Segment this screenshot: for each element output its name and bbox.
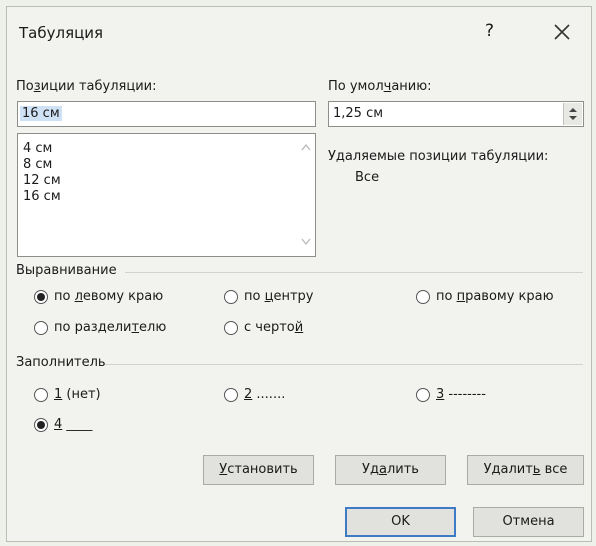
tab-position-label: Позиции табуляции: xyxy=(16,79,157,94)
tab-position-value: 16 см xyxy=(20,106,62,121)
help-button[interactable]: ? xyxy=(485,21,494,41)
default-tabs-label: По умолчанию: xyxy=(328,79,432,94)
leader-3-radio[interactable]: 3 -------- xyxy=(416,387,486,402)
scroll-down-icon[interactable] xyxy=(301,238,311,245)
removed-tabs-value: Все xyxy=(355,170,380,185)
cancel-button[interactable]: Отмена xyxy=(473,507,584,537)
list-item[interactable]: 12 см xyxy=(23,173,61,188)
list-item[interactable]: 4 см xyxy=(23,141,52,156)
list-scrollbar[interactable] xyxy=(297,134,315,256)
list-item[interactable]: 8 см xyxy=(23,157,52,172)
leader-2-radio[interactable]: 2 ....... xyxy=(224,387,285,402)
removed-tabs-label: Удаляемые позиции табуляции: xyxy=(328,149,549,164)
spin-buttons[interactable] xyxy=(563,103,582,125)
alignment-group-title: Выравнивание xyxy=(16,263,117,278)
alignment-divider xyxy=(125,272,583,273)
default-tabs-value: 1,25 см xyxy=(333,106,384,121)
radio-circle[interactable] xyxy=(224,289,238,304)
radio-circle[interactable] xyxy=(34,417,48,432)
align-right-radio[interactable]: по правому краю xyxy=(416,289,554,304)
align-left-radio[interactable]: по левому краю xyxy=(34,289,163,304)
close-button[interactable] xyxy=(549,19,575,45)
align-bar-radio[interactable]: с чертой xyxy=(224,320,303,335)
scroll-up-icon[interactable] xyxy=(301,144,311,151)
clear-button[interactable]: Удалить xyxy=(335,455,446,485)
radio-circle[interactable] xyxy=(34,289,48,304)
close-icon xyxy=(554,24,570,40)
radio-circle[interactable] xyxy=(224,387,238,402)
dialog-title: Табуляция xyxy=(19,24,104,42)
leader-group-title: Заполнитель xyxy=(16,355,106,370)
radio-circle[interactable] xyxy=(34,320,48,335)
radio-circle[interactable] xyxy=(224,320,238,335)
tab-position-input[interactable]: 16 см xyxy=(17,101,316,127)
leader-1-radio[interactable]: 1 (нет) xyxy=(34,387,101,402)
align-center-radio[interactable]: по центру xyxy=(224,289,313,304)
align-decimal-radio[interactable]: по разделителю xyxy=(34,320,166,335)
radio-circle[interactable] xyxy=(416,289,430,304)
spin-arrows-icon[interactable] xyxy=(564,103,582,125)
title-bar: Табуляция ? xyxy=(7,7,591,57)
clear-all-button[interactable]: Удалить все xyxy=(467,455,584,485)
tabs-dialog: Табуляция ? Позиции табуляции: 16 см 4 с… xyxy=(6,6,592,542)
radio-circle[interactable] xyxy=(416,387,430,402)
set-button[interactable]: Установить xyxy=(203,455,314,485)
radio-circle[interactable] xyxy=(34,387,48,402)
leader-4-radio[interactable]: 4 ____ xyxy=(34,417,92,432)
list-item[interactable]: 16 см xyxy=(23,189,61,204)
tab-stop-list[interactable]: 4 см 8 см 12 см 16 см xyxy=(17,133,316,257)
default-tabs-spinner[interactable]: 1,25 см xyxy=(328,101,584,127)
leader-divider xyxy=(105,364,583,365)
ok-button[interactable]: OK xyxy=(345,507,456,537)
